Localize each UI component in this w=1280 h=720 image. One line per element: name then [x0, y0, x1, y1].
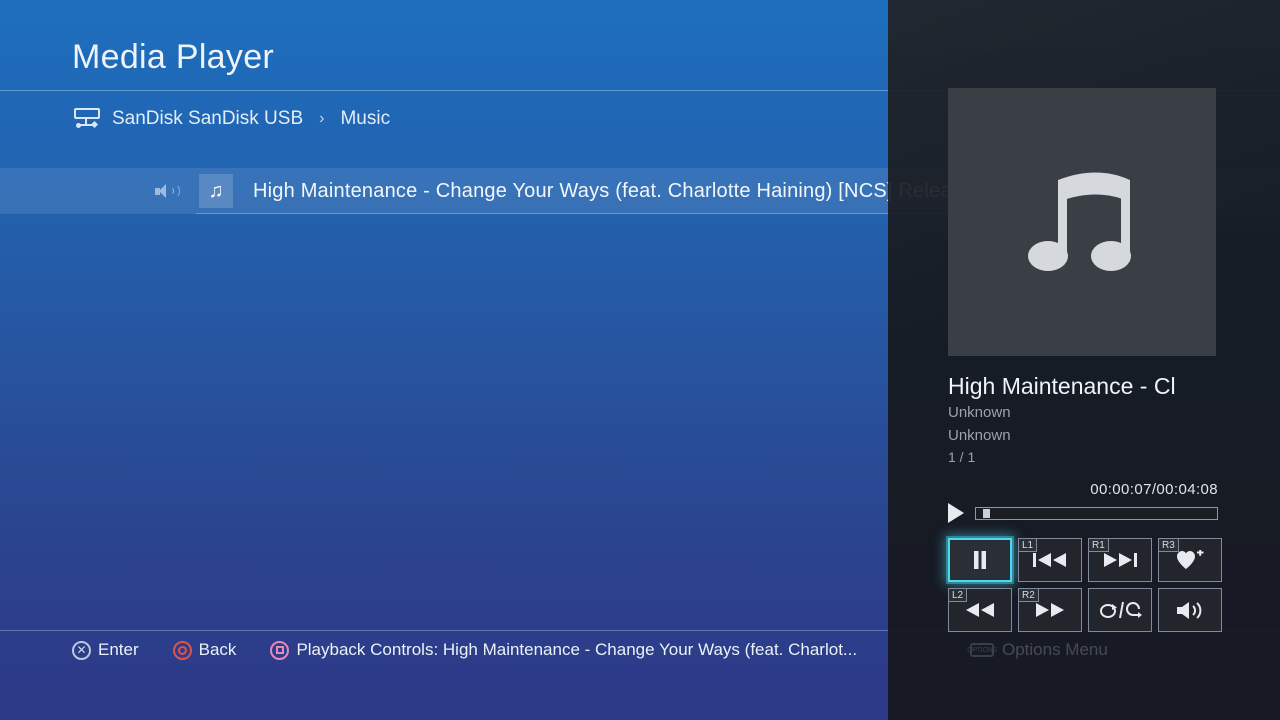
circle-button-icon — [172, 640, 192, 660]
options-hint-label: Options Menu — [1002, 640, 1108, 659]
hint-playback-label: Playback Controls: High Maintenance - Ch… — [296, 640, 858, 659]
options-button-icon: OPTIONS — [967, 643, 997, 657]
breadcrumb[interactable]: SanDisk SanDisk USB › Music — [72, 104, 390, 134]
rewind-button-tag: L2 — [948, 588, 968, 602]
square-button-icon — [270, 640, 290, 660]
hint-back-label: Back — [198, 640, 237, 659]
options-hint[interactable]: OPTIONS Options Menu — [888, 631, 1280, 669]
add-favorite-button-tag: R3 — [1158, 538, 1179, 552]
pause-button[interactable] — [948, 538, 1012, 582]
now-playing-panel: High Maintenance - Cl Unknown Unknown 1 … — [888, 0, 1280, 720]
hint-playback-controls[interactable]: Playback Controls: High Maintenance - Ch… — [270, 640, 857, 660]
breadcrumb-separator-icon: › — [319, 110, 325, 127]
seek-handle[interactable] — [983, 508, 991, 518]
volume-button[interactable] — [1158, 588, 1222, 632]
next-button[interactable]: R1 — [1088, 538, 1152, 582]
playback-time: 00:00:07/00:04:08 — [1090, 481, 1218, 498]
previous-button[interactable]: L1 — [1018, 538, 1082, 582]
playback-controls: L1 R1 R3 L2 R2 — [948, 538, 1222, 632]
hint-back[interactable]: Back — [172, 640, 237, 660]
now-playing-title: High Maintenance - Cl — [948, 373, 1176, 399]
play-icon — [948, 503, 964, 523]
rewind-button[interactable]: L2 — [948, 588, 1012, 632]
repeat-button[interactable] — [1088, 588, 1152, 632]
music-note-icon: ♫ — [199, 174, 233, 208]
breadcrumb-folder[interactable]: Music — [340, 108, 390, 130]
hint-enter[interactable]: ✕ Enter — [72, 640, 139, 660]
now-playing-album: Unknown — [948, 427, 1011, 444]
page-title: Media Player — [72, 38, 275, 76]
list-item-title: High Maintenance - Change Your Ways (fea… — [253, 179, 969, 202]
usb-drive-icon — [72, 108, 102, 130]
breadcrumb-device[interactable]: SanDisk SanDisk USB — [112, 108, 303, 130]
now-playing-artist: Unknown — [948, 403, 1011, 421]
fast-forward-button-tag: R2 — [1018, 588, 1039, 602]
add-favorite-button[interactable]: R3 — [1158, 538, 1222, 582]
cross-button-icon: ✕ — [72, 640, 91, 660]
now-playing-index: 1 / 1 — [948, 449, 976, 466]
seek-bar[interactable] — [975, 506, 1218, 520]
next-button-tag: R1 — [1088, 538, 1109, 552]
fast-forward-button[interactable]: R2 — [1018, 588, 1082, 632]
hint-enter-label: Enter — [98, 640, 139, 659]
speaker-icon — [155, 182, 180, 200]
track-metadata: High Maintenance - Cl Unknown Unknown 1 … — [948, 372, 1280, 465]
previous-button-tag: L1 — [1018, 538, 1038, 552]
album-art — [948, 88, 1216, 356]
seek-bar-row[interactable] — [948, 501, 1218, 525]
